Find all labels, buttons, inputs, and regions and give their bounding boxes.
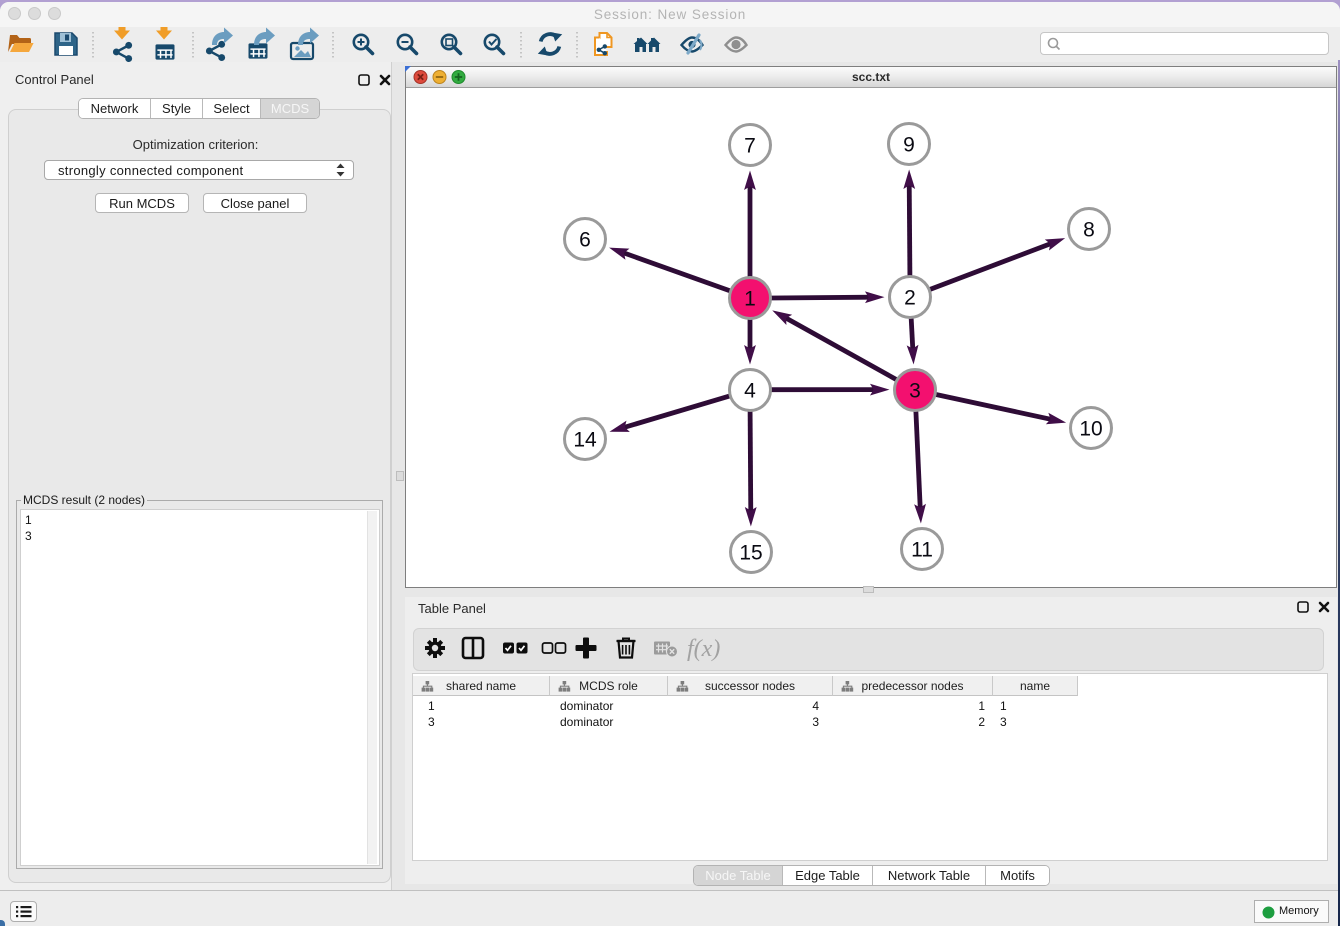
svg-text:7: 7	[744, 135, 756, 158]
svg-text:8: 8	[1083, 219, 1095, 242]
svg-text:10: 10	[1079, 418, 1102, 441]
svg-text:6: 6	[579, 229, 591, 252]
svg-text:11: 11	[911, 539, 933, 562]
svg-text:9: 9	[903, 134, 915, 157]
svg-text:2: 2	[904, 287, 916, 310]
svg-text:15: 15	[739, 542, 762, 565]
svg-text:1: 1	[744, 288, 756, 311]
svg-text:4: 4	[744, 380, 756, 403]
svg-text:3: 3	[909, 380, 921, 403]
svg-text:14: 14	[573, 429, 597, 452]
svg-text:f(x): f(x)	[687, 636, 720, 662]
